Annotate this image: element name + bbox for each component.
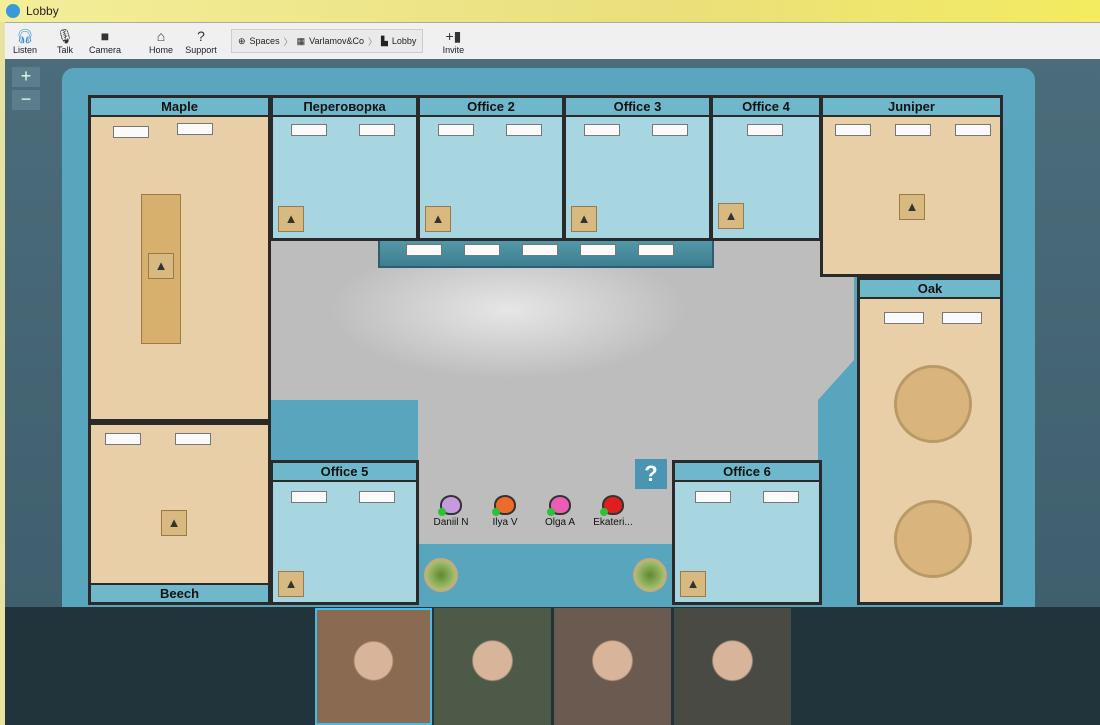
speaker-icon: ▲ (899, 194, 925, 220)
video-tile[interactable] (554, 608, 671, 725)
window-title: Lobby (26, 4, 59, 18)
room-office-4[interactable]: Office 4 ▲ (710, 95, 822, 241)
headset-avatar-icon (438, 495, 462, 516)
chevron-right-icon: 〉 (283, 36, 293, 47)
room-oak[interactable]: Oak (857, 277, 1003, 605)
room-office-3[interactable]: Office 3 ▲ (563, 95, 712, 241)
invite-label: Invite (442, 44, 465, 55)
room-office-2[interactable]: Office 2 ▲ (417, 95, 565, 241)
building-icon: ▦ (296, 35, 306, 46)
user-name: Ekateri... (593, 517, 633, 528)
camera-icon: ■ (100, 27, 110, 44)
listen-label: Listen (12, 44, 38, 55)
speaker-icon: ▲ (718, 203, 744, 229)
room-beech[interactable]: Beech ▲ (88, 422, 271, 605)
room-title: Office 5 (273, 463, 416, 482)
user-name: Ilya V (492, 517, 518, 528)
talk-label: Talk (56, 44, 73, 55)
room-maple[interactable]: Maple ▲ (88, 95, 271, 422)
speaker-icon: ▲ (161, 510, 187, 536)
room-icon: ▙ (380, 35, 388, 46)
zoom-in-button[interactable]: + (12, 67, 40, 87)
plant-icon (424, 558, 458, 592)
video-tile[interactable] (674, 608, 791, 725)
user-avatar[interactable]: Daniil N (421, 495, 481, 528)
room-title: Juniper (823, 98, 1000, 117)
room-title: Office 3 (566, 98, 709, 117)
headset-avatar-icon (547, 495, 571, 516)
room-title: Oak (860, 280, 1000, 299)
room-title: Office 4 (713, 98, 819, 117)
speaker-icon: ▲ (278, 571, 304, 597)
user-avatar[interactable]: Olga A (530, 495, 590, 528)
room-office-5[interactable]: Office 5 ▲ (270, 460, 419, 605)
home-label: Home (148, 44, 173, 55)
video-tile[interactable] (315, 608, 432, 725)
speaker-icon: ▲ (571, 206, 597, 232)
room-title: Maple (91, 98, 268, 117)
app-logo-icon (6, 4, 20, 18)
room-title: Office 6 (675, 463, 819, 482)
listen-button[interactable]: 🎧︎ Listen (7, 28, 43, 55)
room-title: Office 2 (420, 98, 562, 117)
room-juniper[interactable]: Juniper ▲ (820, 95, 1003, 277)
user-avatar[interactable]: Ilya V (475, 495, 535, 528)
speaker-icon: ▲ (148, 253, 174, 279)
headset-avatar-icon (492, 495, 516, 516)
support-label: Support (185, 44, 217, 55)
help-button[interactable]: ? (635, 459, 667, 489)
room-title: Beech (91, 583, 268, 602)
toolbar: 🎧︎ Listen 🎙︎ Talk ■ Camera ⌂ Home ? Support ⊕… (5, 22, 1100, 59)
speaker-icon: ▲ (680, 571, 706, 597)
headset-avatar-icon (600, 495, 624, 516)
room-office-6[interactable]: Office 6 ▲ (672, 460, 822, 605)
zoom-out-button[interactable]: − (12, 90, 40, 110)
speaker-icon: ▲ (278, 206, 304, 232)
room-title: Переговорка (273, 98, 416, 117)
headphones-icon: 🎧︎ (16, 27, 34, 44)
breadcrumb-lobby[interactable]: Lobby (392, 36, 417, 46)
title-bar: Lobby (0, 0, 1100, 22)
camera-label: Camera (88, 44, 121, 55)
room-peregovorka[interactable]: Переговорка ▲ (270, 95, 419, 241)
video-tile[interactable] (434, 608, 551, 725)
camera-button[interactable]: ■ Camera (87, 28, 123, 55)
home-icon: ⌂ (156, 27, 166, 44)
globe-icon: ⊕ (238, 35, 246, 46)
invite-button[interactable]: +▮ Invite (435, 28, 471, 55)
plant-icon (633, 558, 667, 592)
user-name: Olga A (544, 517, 576, 528)
breadcrumb-company[interactable]: Varlamov&Co (309, 36, 364, 46)
question-icon: ? (197, 27, 205, 44)
speaker-icon: ▲ (425, 206, 451, 232)
user-name: Daniil N (433, 517, 469, 528)
chevron-right-icon: 〉 (367, 36, 377, 47)
video-strip (5, 607, 1100, 725)
breadcrumb-spaces[interactable]: Spaces (250, 36, 280, 46)
talk-button[interactable]: 🎙︎ Talk (47, 28, 83, 55)
microphone-icon: 🎙︎ (56, 27, 74, 44)
home-button[interactable]: ⌂ Home (143, 28, 179, 55)
support-button[interactable]: ? Support (183, 28, 219, 55)
add-user-icon: +▮ (445, 27, 462, 44)
user-avatar[interactable]: Ekateri... (583, 495, 643, 528)
breadcrumb: ⊕ Spaces 〉 ▦ Varlamov&Co 〉 ▙ Lobby (231, 29, 424, 53)
